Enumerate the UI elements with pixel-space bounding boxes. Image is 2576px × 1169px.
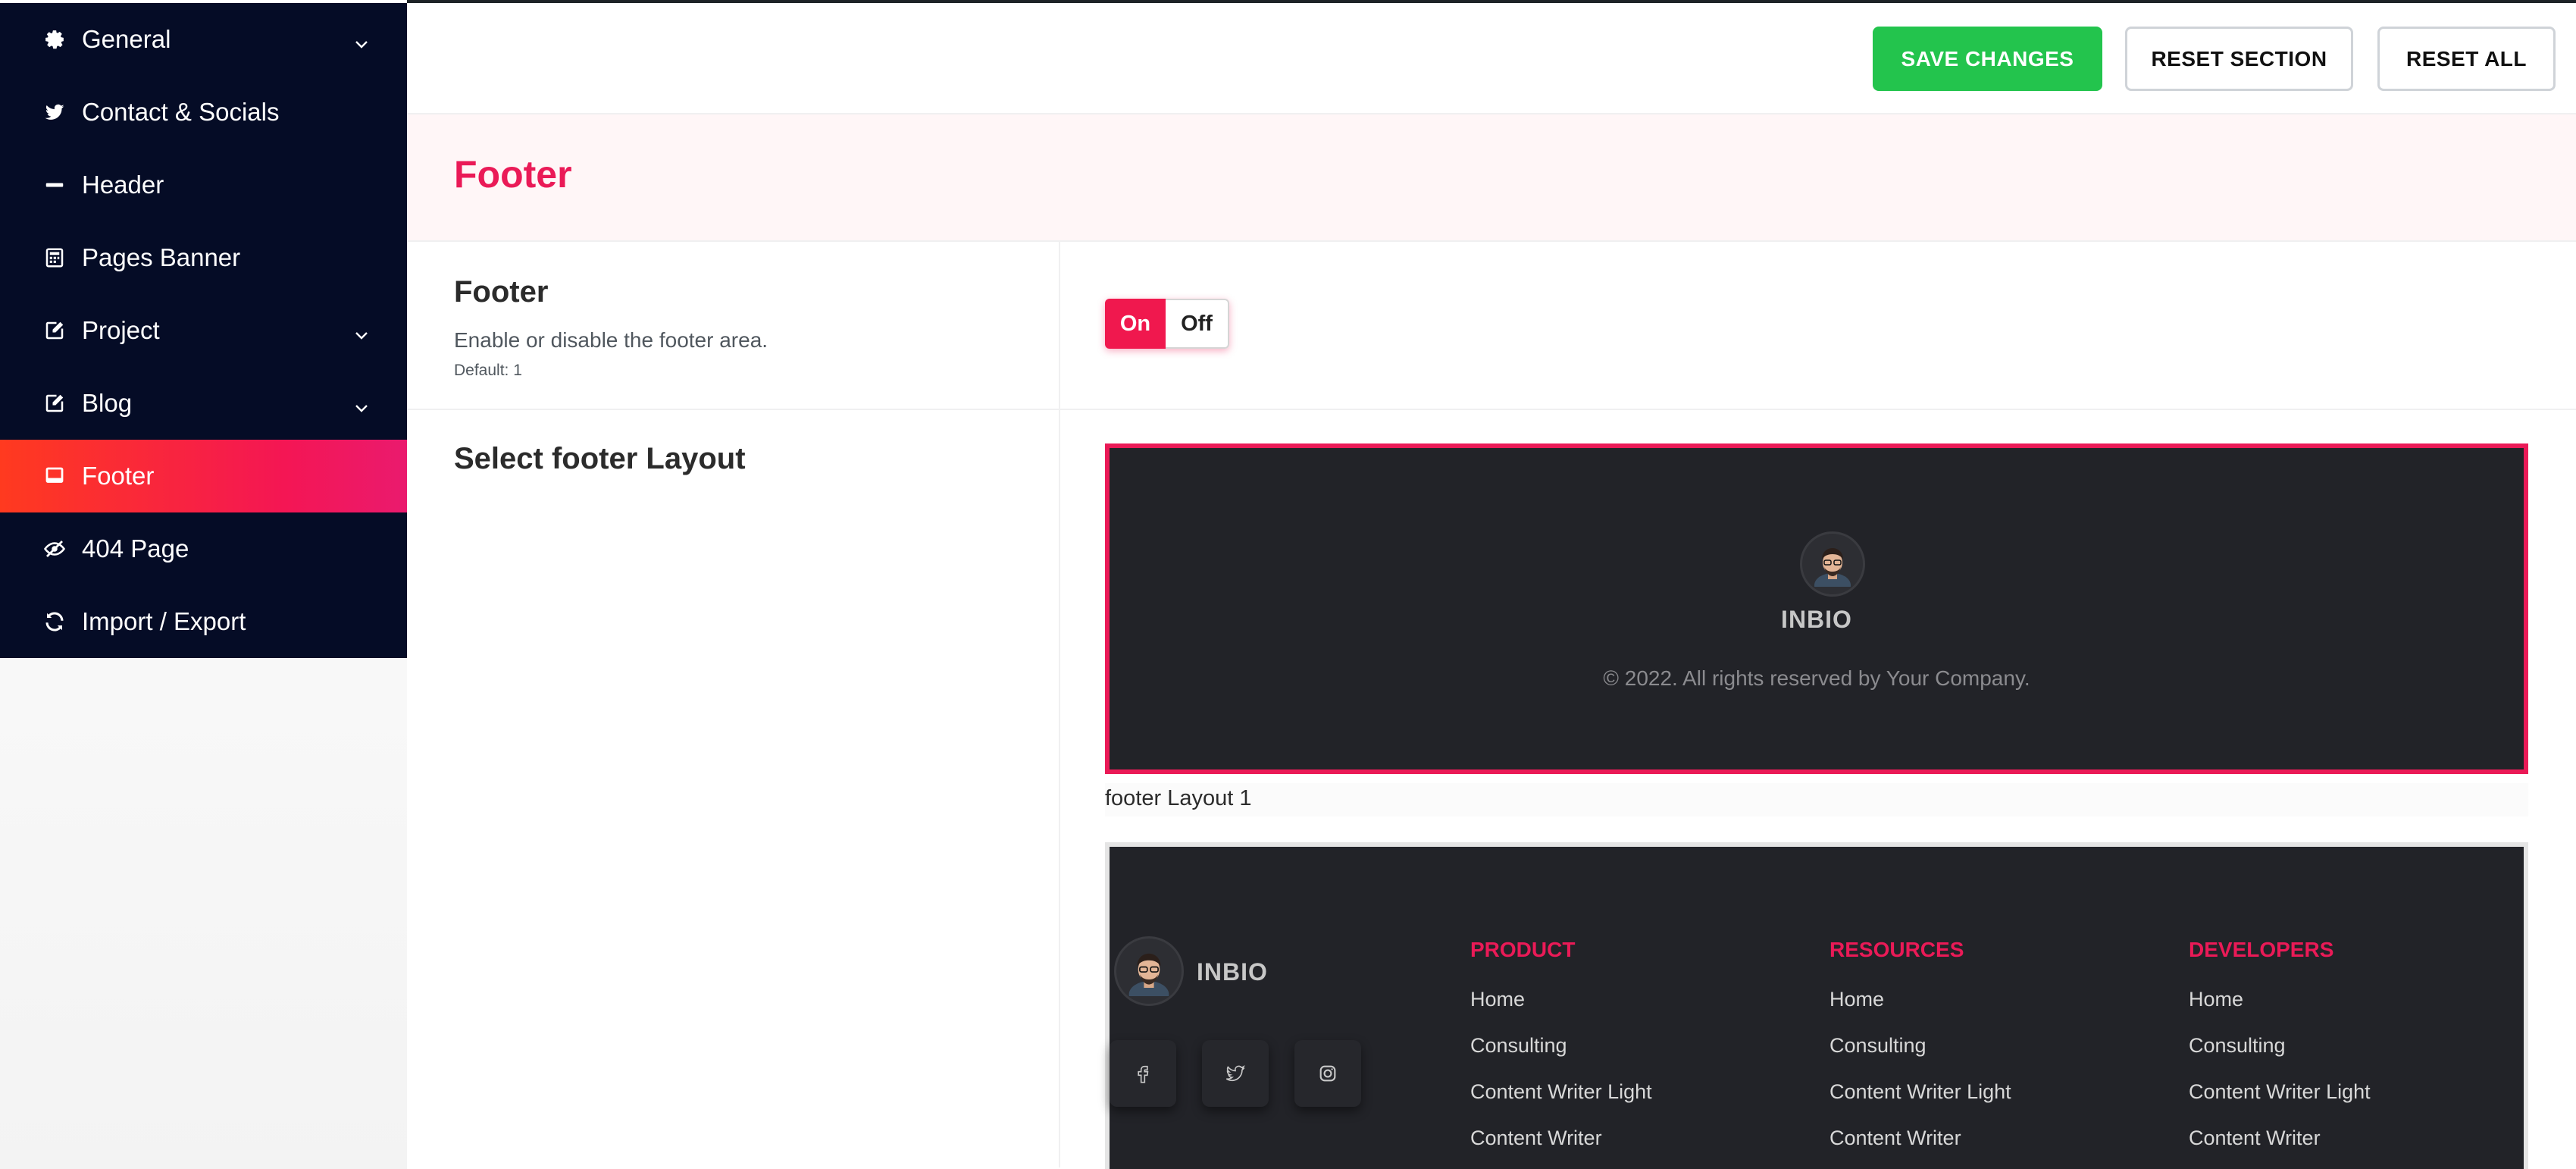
field-default-value: Default: 1 — [454, 362, 522, 379]
sidebar-menu: General Contact & Socials Header Pages B… — [0, 3, 407, 658]
chevron-down-icon — [352, 30, 371, 49]
footer-column-heading: PRODUCT — [1470, 938, 1576, 961]
footer-link: Content Writer — [1829, 1127, 1961, 1149]
footer-link: Consulting — [2189, 1034, 2286, 1057]
hidden-eye-icon — [42, 537, 67, 561]
sidebar-item-header[interactable]: Header — [0, 149, 407, 221]
avatar — [1114, 936, 1184, 1006]
laptop-icon — [42, 464, 67, 488]
footer-link: Content Writer — [2189, 1127, 2321, 1149]
sidebar-item-label: Blog — [82, 389, 133, 417]
edit-icon — [42, 318, 67, 343]
refresh-icon — [42, 610, 67, 634]
twitter-icon — [1202, 1040, 1269, 1107]
avatar — [1800, 531, 1865, 597]
sidebar-item-label: Project — [82, 316, 160, 344]
options-sidebar: General Contact & Socials Header Pages B… — [0, 0, 407, 1169]
section-header: Footer — [407, 114, 2576, 242]
chevron-down-icon — [352, 321, 371, 340]
options-main-panel: SAVE CHANGES RESET SECTION RESET ALL Foo… — [407, 3, 2576, 1169]
sidebar-item-label: Header — [82, 171, 164, 199]
toggle-off-option[interactable]: Off — [1166, 299, 1229, 349]
field-title: Footer — [454, 275, 549, 309]
footer-copyright: © 2022. All rights reserved by Your Comp… — [1603, 666, 2030, 690]
footer-layout-1-option[interactable]: INBIO © 2022. All rights reserved by You… — [1105, 443, 2528, 774]
field-description: Enable or disable the footer area. — [454, 328, 768, 352]
field-label-column: Select footer Layout — [407, 410, 1060, 1167]
sidebar-item-label: Pages Banner — [82, 243, 241, 271]
footer-link: Home — [1470, 988, 1526, 1011]
facebook-icon — [1110, 1040, 1176, 1107]
edit-icon — [42, 391, 67, 415]
footer-link: Content Writer Light — [1829, 1080, 2011, 1103]
footer-brand-name: INBIO — [1781, 606, 1852, 633]
gear-icon — [42, 27, 67, 52]
field-label-column: Footer Enable or disable the footer area… — [407, 242, 1060, 409]
sidebar-item-contact-socials[interactable]: Contact & Socials — [0, 76, 407, 149]
field-title: Select footer Layout — [454, 442, 746, 475]
footer-on-off-switch: On Off — [1105, 299, 1229, 349]
reset-all-button[interactable]: RESET ALL — [2377, 27, 2556, 91]
sidebar-item-label: Import / Export — [82, 607, 246, 635]
save-changes-button[interactable]: SAVE CHANGES — [1873, 27, 2102, 91]
reset-section-button[interactable]: RESET SECTION — [2125, 27, 2353, 91]
sidebar-item-label: Footer — [82, 462, 155, 490]
sidebar-item-footer[interactable]: Footer — [0, 440, 407, 512]
instagram-icon — [1294, 1040, 1361, 1107]
minus-icon — [42, 173, 67, 197]
footer-column-heading: DEVELOPERS — [2189, 938, 2334, 961]
sidebar-item-404-page[interactable]: 404 Page — [0, 512, 407, 585]
footer-link: Home — [2189, 988, 2244, 1011]
footer-link: Consulting — [1470, 1034, 1567, 1057]
footer-brand-name: INBIO — [1197, 958, 1268, 986]
sidebar-item-import-export[interactable]: Import / Export — [0, 585, 407, 658]
footer-link: Content Writer Light — [1470, 1080, 1652, 1103]
sidebar-item-label: 404 Page — [82, 534, 189, 563]
footer-link: Content Writer Light — [2189, 1080, 2371, 1103]
chevron-down-icon — [352, 394, 371, 412]
sidebar-item-label: Contact & Socials — [82, 98, 280, 126]
footer-enable-row: Footer Enable or disable the footer area… — [407, 242, 2576, 410]
footer-column-heading: RESOURCES — [1829, 938, 1964, 961]
sidebar-item-general[interactable]: General — [0, 3, 407, 76]
footer-link: Content Writer — [1470, 1127, 1602, 1149]
sidebar-item-project[interactable]: Project — [0, 294, 407, 367]
action-toolbar: SAVE CHANGES RESET SECTION RESET ALL — [407, 3, 2576, 114]
footer-layout-row: Select footer Layout INBIO © 2022. All r… — [407, 410, 2576, 1169]
footer-layout-2-option[interactable]: INBIO PRODUCT Home Consulting Content Wr… — [1105, 842, 2528, 1169]
calculator-icon — [42, 246, 67, 270]
section-title: Footer — [454, 153, 572, 196]
toggle-on-option[interactable]: On — [1105, 299, 1166, 349]
footer-link: Consulting — [1829, 1034, 1927, 1057]
twitter-icon — [42, 100, 67, 124]
sidebar-item-blog[interactable]: Blog — [0, 367, 407, 440]
sidebar-item-pages-banner[interactable]: Pages Banner — [0, 221, 407, 294]
footer-link: Home — [1829, 988, 1885, 1011]
sidebar-item-label: General — [82, 25, 171, 53]
layout-caption: footer Layout 1 — [1105, 783, 2528, 816]
